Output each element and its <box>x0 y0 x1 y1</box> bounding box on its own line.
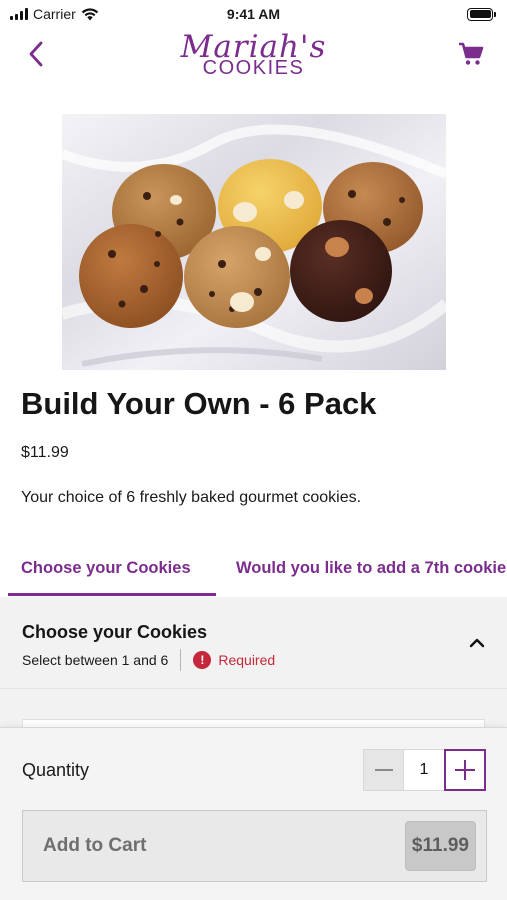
add-to-cart-button[interactable]: Add to Cart $11.99 <box>22 810 487 882</box>
chevron-left-icon <box>29 41 43 67</box>
divider <box>180 649 182 671</box>
logo-sub-text: COOKIES <box>202 57 305 79</box>
required-label: Required <box>218 652 276 668</box>
collapse-button[interactable] <box>465 631 489 655</box>
section-subtitle-row: Select between 1 and 6 ! Required <box>22 649 275 671</box>
wifi-icon <box>81 7 98 20</box>
option-tabs: Choose your Cookies Would you like to ad… <box>0 540 507 596</box>
cookies-photo <box>62 114 446 370</box>
shopping-cart-icon <box>459 42 484 65</box>
cart-button[interactable] <box>453 36 489 72</box>
active-tab-indicator <box>8 593 216 596</box>
quantity-label: Quantity <box>22 760 90 780</box>
increment-button[interactable] <box>444 749 486 791</box>
product-price: $11.99 <box>21 444 69 461</box>
section-title: Choose your Cookies <box>22 622 208 642</box>
chevron-up-icon <box>469 638 485 648</box>
product-description: Your choice of 6 freshly baked gourmet c… <box>21 489 362 506</box>
back-button[interactable] <box>18 36 54 72</box>
quantity-value[interactable]: 1 <box>404 749 444 791</box>
product-title: Build Your Own - 6 Pack <box>21 386 377 421</box>
plus-icon <box>455 760 475 780</box>
selection-rule: Select between 1 and 6 <box>22 652 169 668</box>
status-bar: Carrier 9:41 AM <box>0 0 507 28</box>
add-to-cart-label: Add to Cart <box>43 835 147 856</box>
tab-label: Choose your Cookies <box>21 558 191 577</box>
app-header: Mariah's COOKIES <box>0 28 507 86</box>
tab-choose-cookies[interactable]: Choose your Cookies <box>21 540 191 596</box>
decrement-button[interactable] <box>363 749 404 791</box>
tab-label: Would you like to add a 7th cookie? <box>236 558 507 577</box>
quantity-stepper: 1 <box>363 749 486 791</box>
tab-add-seventh-cookie[interactable]: Would you like to add a 7th cookie? <box>236 540 507 596</box>
brand-logo: Mariah's COOKIES <box>181 32 327 79</box>
product-image <box>62 114 446 370</box>
alert-icon: ! <box>193 651 212 669</box>
carrier-label: Carrier <box>33 6 76 22</box>
add-to-cart-price: $11.99 <box>404 821 476 871</box>
battery-icon <box>467 7 496 21</box>
minus-icon <box>374 769 393 771</box>
signal-icon <box>10 8 28 20</box>
section-header[interactable]: Choose your Cookies Select between 1 and… <box>0 597 507 689</box>
status-left: Carrier <box>10 6 99 22</box>
purchase-bar: Quantity 1 Add to Cart $11.99 <box>0 727 507 900</box>
